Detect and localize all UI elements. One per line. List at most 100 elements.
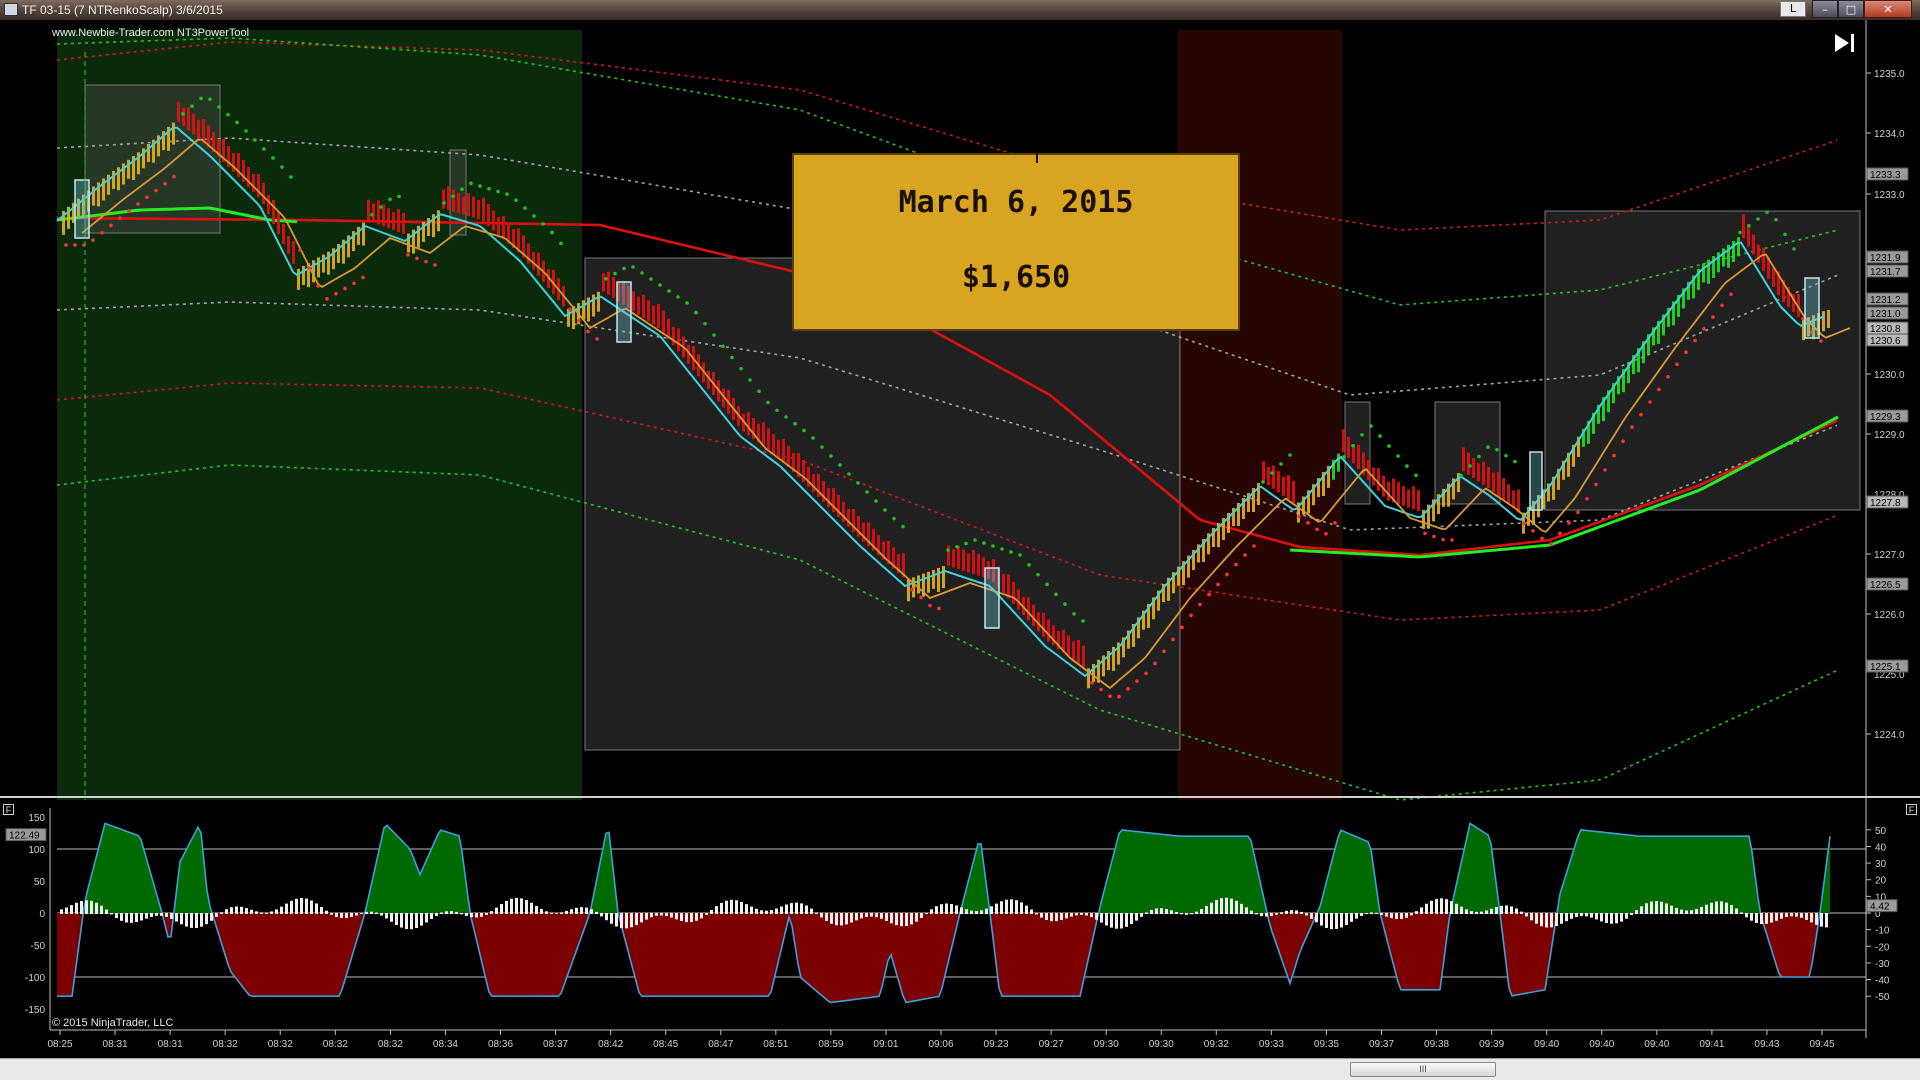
histogram-bar bbox=[535, 905, 538, 914]
histogram-bar bbox=[95, 902, 98, 914]
price-flag-label: 1233.3 bbox=[1870, 170, 1901, 181]
histogram-bar bbox=[445, 911, 448, 914]
histogram-bar bbox=[295, 898, 298, 914]
histogram-bar bbox=[80, 900, 83, 914]
histogram-bar bbox=[1235, 900, 1238, 914]
stop-dot bbox=[64, 243, 68, 247]
renko-bar bbox=[1292, 480, 1295, 503]
renko-bar bbox=[477, 200, 480, 220]
time-tick-label: 09:06 bbox=[928, 1039, 953, 1050]
minimize-button[interactable]: – bbox=[1812, 0, 1838, 18]
left-osc-tick: 50 bbox=[34, 877, 46, 888]
histogram-bar bbox=[380, 913, 383, 916]
stop-dot bbox=[424, 259, 428, 264]
histogram-bar bbox=[1525, 913, 1528, 917]
renko-bar bbox=[1417, 489, 1420, 511]
renko-bar bbox=[927, 571, 930, 593]
close-button[interactable]: ✕ bbox=[1864, 0, 1912, 18]
histogram-bar bbox=[1730, 905, 1733, 914]
histogram-bar bbox=[1280, 912, 1283, 914]
histogram-bar bbox=[1475, 911, 1478, 914]
histogram-bar bbox=[1655, 900, 1658, 914]
histogram-bar bbox=[790, 903, 793, 914]
histogram-bar bbox=[110, 913, 113, 915]
price-flag-label: 1231.0 bbox=[1870, 309, 1901, 320]
stop-dot bbox=[1027, 563, 1031, 567]
stop-dot bbox=[865, 490, 869, 494]
histogram-bar bbox=[1230, 898, 1233, 914]
format-button-left[interactable]: F bbox=[3, 804, 14, 815]
histogram-bar bbox=[1760, 913, 1763, 925]
lock-button[interactable]: L bbox=[1780, 1, 1806, 17]
histogram-bar bbox=[160, 913, 163, 916]
renko-bar bbox=[1472, 458, 1475, 478]
histogram-bar bbox=[1675, 907, 1678, 914]
histogram-bar bbox=[1480, 911, 1483, 914]
histogram-bar bbox=[755, 908, 758, 914]
histogram-bar bbox=[1555, 913, 1558, 927]
histogram-bar bbox=[1165, 908, 1168, 914]
histogram-bar bbox=[245, 908, 248, 914]
stop-dot bbox=[667, 289, 671, 293]
histogram-bar bbox=[425, 913, 428, 923]
scrollbar-thumb[interactable]: III bbox=[1350, 1062, 1496, 1077]
stop-dot bbox=[289, 175, 293, 179]
histogram-bar bbox=[1270, 913, 1273, 917]
histogram-bar bbox=[1375, 912, 1378, 914]
histogram-bar bbox=[1785, 913, 1788, 918]
histogram-bar bbox=[1145, 912, 1148, 914]
price-tick-label: 1226.0 bbox=[1874, 610, 1905, 621]
time-tick-label: 08:42 bbox=[598, 1039, 623, 1050]
stop-dot bbox=[1756, 217, 1760, 221]
histogram-bar bbox=[60, 909, 63, 914]
renko-bar bbox=[1272, 465, 1275, 489]
renko-bar bbox=[1497, 471, 1500, 496]
histogram-bar bbox=[860, 913, 863, 919]
stop-dot bbox=[1558, 531, 1562, 536]
price-flag-label: 1231.2 bbox=[1870, 295, 1901, 306]
renko-bar bbox=[457, 193, 460, 214]
histogram-bar bbox=[1160, 908, 1163, 914]
maximize-button[interactable]: □ bbox=[1838, 0, 1864, 18]
histogram-bar bbox=[1590, 913, 1593, 918]
histogram-bar bbox=[1710, 902, 1713, 914]
histogram-bar bbox=[1645, 903, 1648, 914]
renko-bar bbox=[602, 273, 605, 292]
histogram-bar bbox=[1790, 913, 1793, 917]
stop-dot bbox=[1459, 473, 1463, 478]
histogram-bar bbox=[1445, 899, 1448, 914]
renko-bar bbox=[1377, 468, 1380, 492]
price-flag-label: 1231.9 bbox=[1870, 253, 1901, 264]
stop-dot bbox=[802, 428, 806, 433]
histogram-bar bbox=[395, 913, 398, 925]
stop-dot bbox=[505, 192, 509, 196]
histogram-bar bbox=[1535, 913, 1538, 924]
histogram-bar bbox=[960, 907, 963, 914]
horizontal-scrollbar[interactable]: III bbox=[0, 1058, 1920, 1080]
histogram-bar bbox=[810, 908, 813, 914]
stop-dot bbox=[622, 266, 626, 271]
renko-bar bbox=[632, 291, 635, 312]
stop-dot bbox=[1351, 443, 1355, 448]
histogram-bar bbox=[1370, 912, 1373, 914]
renko-bar bbox=[1702, 263, 1705, 283]
histogram-bar bbox=[275, 909, 278, 914]
histogram-bar bbox=[345, 913, 348, 919]
renko-bar bbox=[1737, 237, 1740, 257]
histogram-bar bbox=[1510, 906, 1513, 914]
time-tick-label: 09:23 bbox=[984, 1039, 1009, 1050]
histogram-bar bbox=[470, 913, 473, 918]
time-tick-label: 08:25 bbox=[47, 1039, 72, 1050]
histogram-bar bbox=[895, 913, 898, 926]
histogram-bar bbox=[1380, 913, 1383, 916]
renko-bar bbox=[182, 108, 185, 126]
stop-dot bbox=[1225, 572, 1229, 577]
renko-bar bbox=[482, 197, 485, 222]
histogram-bar bbox=[580, 907, 583, 914]
go-to-end-icon[interactable] bbox=[1833, 32, 1857, 54]
stop-dot bbox=[1747, 223, 1751, 228]
histogram-bar bbox=[1545, 913, 1548, 928]
format-button-right[interactable]: F bbox=[1906, 804, 1917, 815]
histogram-bar bbox=[590, 909, 593, 914]
stop-dot bbox=[406, 253, 410, 257]
